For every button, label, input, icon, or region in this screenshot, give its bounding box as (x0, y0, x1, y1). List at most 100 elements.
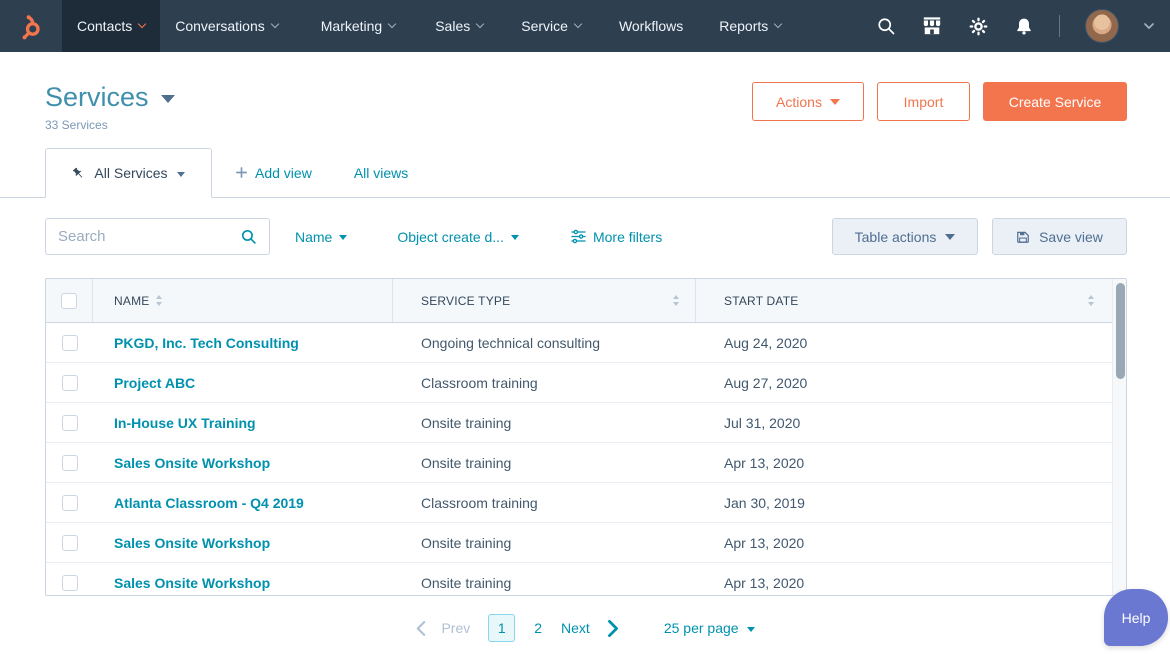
row-checkbox[interactable] (61, 494, 78, 511)
prev-page-link[interactable]: Prev (441, 620, 470, 636)
filter-bar: Name Object create d... More filters Tab… (0, 198, 1170, 255)
services-table: NAME SERVICE TYPE START DATE PKGD, Inc. … (45, 278, 1127, 596)
table-row: Sales Onsite Workshop Onsite training Ap… (46, 523, 1126, 563)
service-name-link[interactable]: Project ABC (114, 375, 195, 391)
nav-item-sales[interactable]: Sales (420, 0, 498, 52)
start-date-cell: Apr 13, 2020 (724, 574, 805, 591)
sort-icon[interactable] (1088, 295, 1094, 306)
name-cell: Sales Onsite Workshop (93, 535, 393, 551)
plus-icon (236, 167, 247, 178)
marketplace-icon[interactable] (921, 16, 943, 36)
service-type-cell: Onsite training (421, 574, 512, 591)
column-header-service-type[interactable]: SERVICE TYPE (393, 279, 696, 322)
nav-item-workflows[interactable]: Workflows (604, 0, 698, 52)
tab-all-services[interactable]: All Services (45, 148, 212, 198)
next-page-link[interactable]: Next (561, 620, 590, 636)
chevron-down-icon (138, 19, 147, 29)
column-header-name[interactable]: NAME (93, 279, 393, 322)
start-date-cell: Jul 31, 2020 (724, 414, 801, 431)
avatar[interactable] (1085, 9, 1119, 43)
row-checkbox[interactable] (61, 574, 78, 591)
table-row: Sales Onsite Workshop Onsite training Ap… (46, 443, 1126, 483)
sort-icon[interactable] (673, 295, 679, 306)
row-checkbox[interactable] (61, 454, 78, 471)
search-input[interactable] (58, 228, 232, 245)
record-count: 33 Services (45, 118, 108, 132)
page-title[interactable]: Services (45, 82, 175, 113)
name-filter-dropdown[interactable]: Name (295, 228, 348, 245)
nav-item-contacts[interactable]: Contacts (62, 0, 161, 52)
column-header-service-type-label: SERVICE TYPE (421, 293, 511, 308)
column-header-start-date[interactable]: START DATE (696, 279, 1126, 322)
caret-down-icon (510, 235, 519, 240)
object-create-date-filter-dropdown[interactable]: Object create d... (397, 229, 519, 245)
help-button-label: Help (1121, 609, 1151, 626)
table-row: PKGD, Inc. Tech Consulting Ongoing techn… (46, 323, 1126, 363)
service-name-link[interactable]: Atlanta Classroom - Q4 2019 (114, 495, 304, 511)
service-name-link[interactable]: Sales Onsite Workshop (114, 575, 270, 591)
row-checkbox[interactable] (61, 334, 78, 351)
nav-item-reports[interactable]: Reports (704, 0, 796, 52)
save-view-button[interactable]: Save view (992, 218, 1127, 255)
nav-item-marketing[interactable]: Marketing (306, 0, 410, 52)
table-toolbar-buttons: Table actions Save view (832, 218, 1127, 255)
start-date-cell: Jan 30, 2019 (724, 494, 805, 511)
service-name-link[interactable]: Sales Onsite Workshop (114, 455, 270, 471)
hubspot-logo-icon[interactable] (0, 0, 62, 52)
actions-button[interactable]: Actions (752, 82, 864, 121)
more-filters-button[interactable]: More filters (571, 229, 662, 245)
name-cell: Atlanta Classroom - Q4 2019 (93, 495, 393, 511)
service-name-link[interactable]: In-House UX Training (114, 415, 256, 431)
table-header-row: NAME SERVICE TYPE START DATE (46, 279, 1126, 323)
row-checkbox[interactable] (61, 374, 78, 391)
service-name-link[interactable]: Sales Onsite Workshop (114, 535, 270, 551)
nav-item-conversations[interactable]: Conversations (160, 0, 293, 52)
select-all-checkbox[interactable] (61, 292, 77, 309)
table-row: In-House UX Training Onsite training Jul… (46, 403, 1126, 443)
all-views-link[interactable]: All views (354, 165, 408, 181)
settings-icon[interactable] (968, 16, 989, 37)
help-button[interactable]: Help (1104, 589, 1168, 646)
nav-item-label: Workflows (618, 18, 684, 34)
nav-item-label: Service (521, 18, 568, 34)
prev-chevron-icon[interactable] (415, 620, 427, 637)
header-buttons: Actions Import Create Service (752, 82, 1127, 121)
row-checkbox[interactable] (61, 534, 78, 551)
service-name-link[interactable]: PKGD, Inc. Tech Consulting (114, 335, 299, 351)
search-icon[interactable] (240, 228, 257, 245)
chevron-down-icon (387, 19, 397, 29)
notifications-icon[interactable] (1014, 16, 1034, 37)
row-checkbox[interactable] (61, 414, 78, 431)
row-checkbox-cell (46, 414, 93, 431)
add-view-link[interactable]: Add view (236, 165, 312, 181)
sort-icon[interactable] (156, 295, 163, 306)
row-checkbox-cell (46, 454, 93, 471)
name-filter-label: Name (295, 228, 333, 245)
chevron-down-icon (476, 19, 485, 29)
search-icon[interactable] (876, 16, 896, 36)
caret-down-icon (746, 626, 755, 632)
table-actions-button[interactable]: Table actions (832, 218, 978, 255)
nav-item-label: Conversations (175, 18, 265, 34)
view-tabs-bar: All Services Add view All views (0, 148, 1170, 198)
service-type-cell: Onsite training (421, 454, 512, 471)
start-date-cell: Apr 13, 2020 (724, 534, 805, 551)
create-service-button[interactable]: Create Service (983, 82, 1127, 121)
name-cell: Sales Onsite Workshop (93, 455, 393, 471)
save-icon (1017, 231, 1029, 243)
import-button-label: Import (903, 93, 944, 110)
row-checkbox-cell (46, 374, 93, 391)
caret-down-icon (945, 233, 956, 240)
import-button[interactable]: Import (877, 82, 970, 121)
table-scrollbar-thumb[interactable] (1115, 283, 1125, 379)
per-page-dropdown[interactable]: 25 per page (664, 620, 755, 636)
page-2-button[interactable]: 2 (534, 620, 542, 636)
service-type-cell: Ongoing technical consulting (421, 334, 601, 351)
next-chevron-icon[interactable] (606, 619, 620, 638)
table-scrollbar[interactable] (1112, 279, 1126, 595)
save-view-label: Save view (1039, 228, 1103, 245)
page-1-button[interactable]: 1 (488, 614, 516, 642)
nav-item-service[interactable]: Service (506, 0, 596, 52)
service-type-cell: Classroom training (421, 374, 538, 391)
account-chevron-down-icon[interactable] (1144, 22, 1154, 30)
